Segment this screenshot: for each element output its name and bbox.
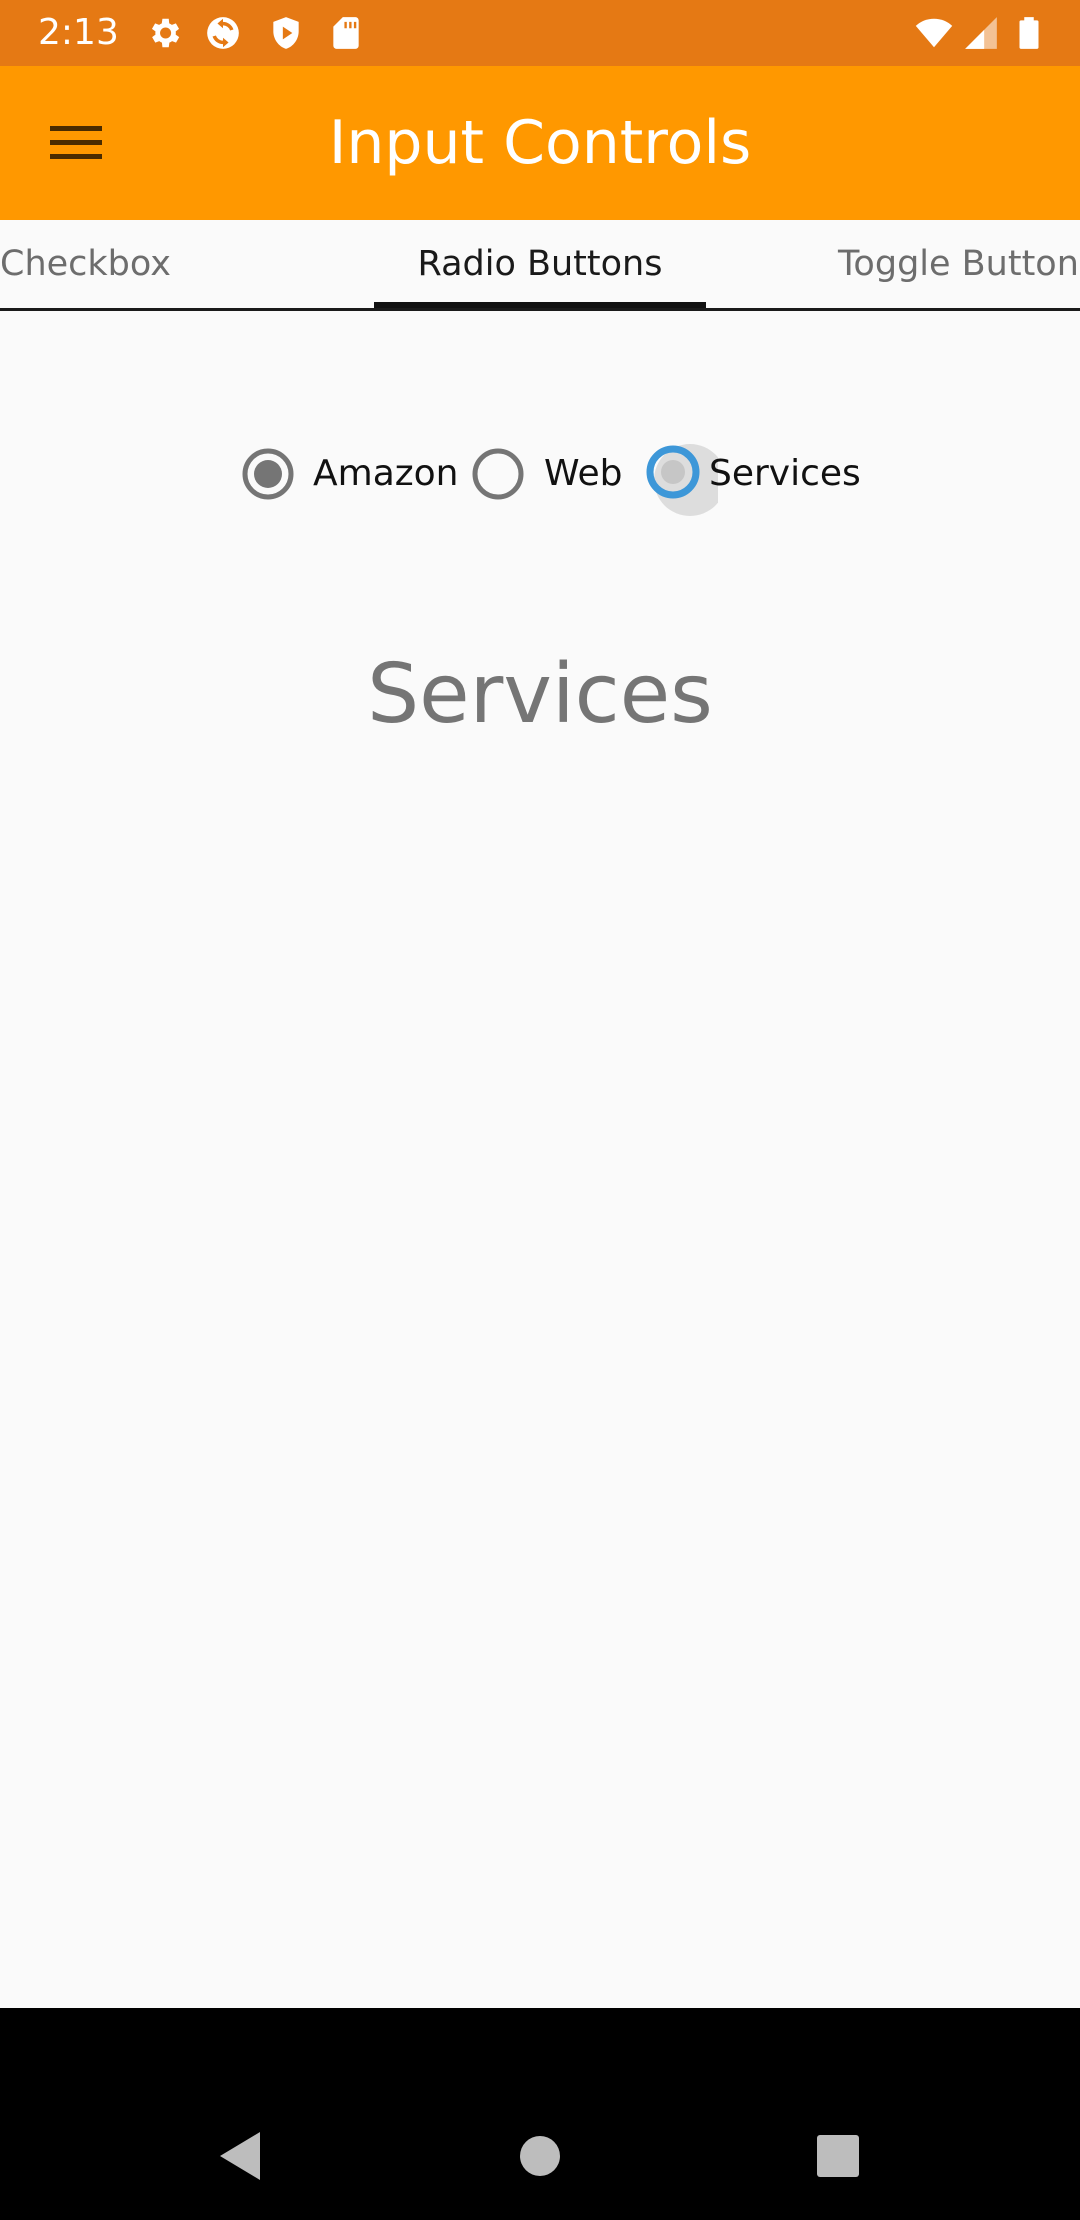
tab-indicator bbox=[374, 302, 706, 308]
selection-text: Services bbox=[367, 647, 713, 742]
wifi-icon bbox=[915, 14, 953, 52]
radio-unchecked-icon[interactable] bbox=[470, 446, 526, 502]
sd-card-icon bbox=[327, 14, 365, 52]
home-icon[interactable] bbox=[510, 2126, 570, 2186]
status-time: 2:13 bbox=[38, 12, 119, 53]
screen: 2:13 Input Controls Checkbox Radio Butto… bbox=[0, 0, 1080, 2220]
app-title: Input Controls bbox=[328, 108, 752, 178]
hamburger-menu-icon[interactable] bbox=[34, 110, 120, 176]
tab-checkbox[interactable]: Checkbox bbox=[0, 220, 171, 308]
status-bar: 2:13 bbox=[0, 0, 1080, 66]
battery-icon bbox=[1010, 14, 1048, 52]
radio-amazon[interactable]: Amazon bbox=[240, 426, 460, 522]
tab-radio-buttons[interactable]: Radio Buttons bbox=[374, 220, 706, 308]
radio-web[interactable]: Web bbox=[470, 426, 630, 522]
radio-group: Amazon Web Services bbox=[0, 426, 1080, 522]
app-bar: Input Controls bbox=[0, 66, 1080, 220]
nav-bar bbox=[0, 2008, 1080, 2220]
radio-label-amazon[interactable]: Amazon bbox=[313, 426, 459, 522]
back-icon[interactable] bbox=[210, 2126, 270, 2186]
radio-label-services[interactable]: Services bbox=[709, 426, 861, 522]
radio-checked-focused-icon[interactable] bbox=[638, 436, 718, 516]
cell-signal-icon bbox=[962, 14, 1000, 52]
sync-icon bbox=[204, 14, 242, 52]
recents-icon[interactable] bbox=[808, 2126, 868, 2186]
radio-services[interactable]: Services bbox=[630, 426, 870, 522]
tab-toggle-button[interactable]: Toggle Button bbox=[838, 220, 1079, 308]
tab-bar: Checkbox Radio Buttons Toggle Button bbox=[0, 220, 1080, 311]
settings-icon bbox=[145, 14, 183, 52]
play-protect-icon bbox=[267, 14, 305, 52]
radio-label-web[interactable]: Web bbox=[544, 426, 623, 522]
radio-checked-icon[interactable] bbox=[240, 446, 296, 502]
